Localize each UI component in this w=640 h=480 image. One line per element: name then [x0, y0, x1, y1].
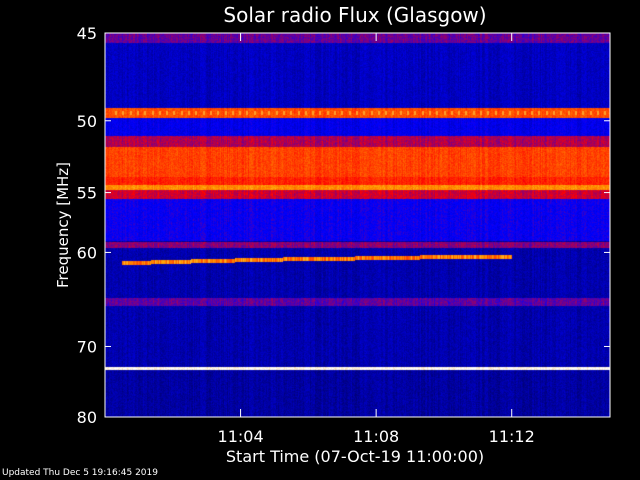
y-tick-label: 50	[77, 112, 97, 131]
y-axis-label: Frequency [MHz]	[54, 162, 72, 288]
chart-overlay: Solar radio Flux (Glasgow) 455055607080 …	[54, 3, 611, 466]
updated-timestamp: Updated Thu Dec 5 19:16:45 2019	[2, 468, 158, 478]
x-tick-label: 11:08	[353, 427, 399, 446]
y-tick-label: 45	[77, 24, 97, 43]
y-tick-label: 55	[77, 184, 97, 203]
y-tick-label: 60	[77, 243, 97, 262]
x-tick-label: 11:04	[218, 427, 264, 446]
x-axis: 11:04 11:08 11:12	[218, 33, 535, 446]
plot-frame	[104, 32, 611, 418]
y-tick-label: 80	[77, 408, 97, 427]
y-tick-label: 70	[77, 337, 97, 356]
x-axis-label: Start Time (07-Oct-19 11:00:00)	[226, 447, 484, 466]
y-axis: 45 50 55 60 70 80	[77, 24, 610, 427]
x-tick-label: 11:12	[489, 427, 535, 446]
chart-title: Solar radio Flux (Glasgow)	[223, 3, 486, 27]
